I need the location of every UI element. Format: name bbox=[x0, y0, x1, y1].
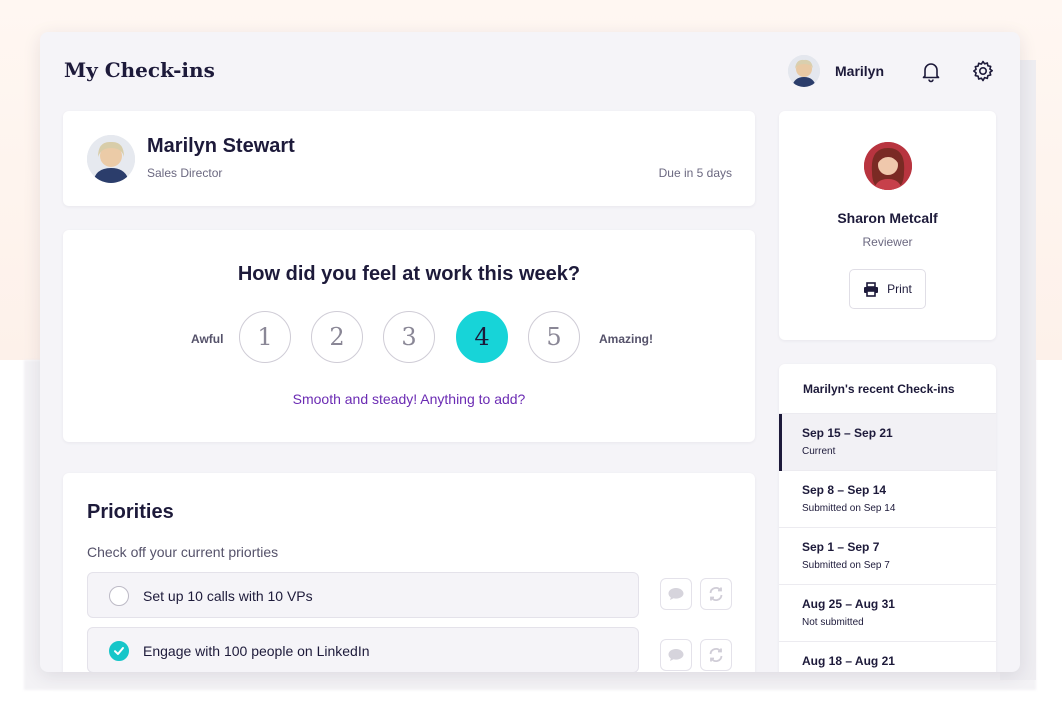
priority-item[interactable]: Engage with 100 people on LinkedIn bbox=[87, 627, 639, 672]
priorities-card: Priorities Check off your current priort… bbox=[63, 473, 755, 672]
scale-low-label: Awful bbox=[191, 332, 224, 346]
comment-button[interactable] bbox=[660, 639, 692, 671]
recent-checkins-title: Marilyn's recent Check-ins bbox=[779, 364, 996, 414]
carry-over-button[interactable] bbox=[700, 639, 732, 671]
recent-checkins-card: Marilyn's recent Check-ins Sep 15 – Sep … bbox=[779, 364, 996, 672]
checkin-item[interactable]: Aug 25 – Aug 31 Not submitted bbox=[779, 585, 996, 642]
priority-text: Set up 10 calls with 10 VPs bbox=[143, 588, 313, 604]
comment-icon bbox=[668, 649, 684, 661]
priorities-title: Priorities bbox=[87, 501, 174, 523]
refresh-icon bbox=[709, 648, 723, 662]
gear-icon[interactable] bbox=[970, 58, 996, 84]
reviewer-role: Reviewer bbox=[862, 235, 913, 249]
checkin-status: Submitted on Sep 7 bbox=[802, 560, 890, 571]
priorities-subtitle: Check off your current priorties bbox=[87, 544, 279, 560]
user-avatar-image bbox=[788, 55, 820, 87]
checkin-status: Not submitted bbox=[802, 617, 864, 628]
bell-icon[interactable] bbox=[918, 58, 944, 84]
reviewer-name: Sharon Metcalf bbox=[837, 210, 938, 226]
priority-item[interactable]: Set up 10 calls with 10 VPs bbox=[87, 572, 639, 618]
checkin-status: Current bbox=[802, 446, 836, 457]
checkin-item[interactable]: Aug 18 – Aug 21 bbox=[779, 642, 996, 672]
rating-option-1[interactable]: 1 bbox=[239, 311, 291, 363]
checkin-range: Aug 18 – Aug 21 bbox=[802, 654, 895, 668]
rating-option-2[interactable]: 2 bbox=[311, 311, 363, 363]
profile-role: Sales Director bbox=[147, 166, 223, 180]
profile-name: Marilyn Stewart bbox=[147, 135, 295, 157]
reviewer-avatar bbox=[864, 142, 912, 190]
print-label: Print bbox=[887, 282, 912, 296]
top-bar: My Check-ins Marilyn bbox=[40, 32, 1020, 110]
reviewer-card: Sharon Metcalf Reviewer Print bbox=[779, 111, 996, 340]
due-date-label: Due in 5 days bbox=[658, 166, 732, 180]
check-icon bbox=[114, 647, 124, 655]
user-name[interactable]: Marilyn bbox=[835, 63, 884, 79]
mood-scale: Awful 1 2 3 4 5 Amazing! bbox=[63, 310, 755, 364]
checkin-range: Sep 1 – Sep 7 bbox=[802, 540, 880, 554]
carry-over-button[interactable] bbox=[700, 578, 732, 610]
user-avatar[interactable] bbox=[788, 55, 820, 87]
priority-text: Engage with 100 people on LinkedIn bbox=[143, 643, 370, 659]
app-window: My Check-ins Marilyn Marilyn Stewart Sal… bbox=[40, 32, 1020, 672]
comment-button[interactable] bbox=[660, 578, 692, 610]
priority-checkbox-checked[interactable] bbox=[109, 641, 129, 661]
checkin-range: Sep 15 – Sep 21 bbox=[802, 426, 893, 440]
profile-avatar bbox=[87, 135, 135, 183]
profile-card: Marilyn Stewart Sales Director Due in 5 … bbox=[63, 111, 755, 206]
checkin-item[interactable]: Sep 8 – Sep 14 Submitted on Sep 14 bbox=[779, 471, 996, 528]
refresh-icon bbox=[709, 587, 723, 601]
rating-option-4[interactable]: 4 bbox=[456, 311, 508, 363]
checkin-status: Submitted on Sep 14 bbox=[802, 503, 896, 514]
mood-question: How did you feel at work this week? bbox=[237, 263, 581, 285]
comment-icon bbox=[668, 588, 684, 600]
page-title: My Check-ins bbox=[64, 58, 215, 82]
rating-option-5[interactable]: 5 bbox=[528, 311, 580, 363]
scale-high-label: Amazing! bbox=[599, 332, 653, 346]
checkin-range: Sep 8 – Sep 14 bbox=[802, 483, 887, 497]
mood-feedback-link[interactable]: Smooth and steady! Anything to add? bbox=[63, 391, 755, 407]
rating-option-3[interactable]: 3 bbox=[383, 311, 435, 363]
checkin-item-current[interactable]: Sep 15 – Sep 21 Current bbox=[779, 414, 996, 471]
mood-card: How did you feel at work this week? Awfu… bbox=[63, 230, 755, 442]
checkin-range: Aug 25 – Aug 31 bbox=[802, 597, 895, 611]
printer-icon bbox=[864, 281, 879, 297]
checkin-item[interactable]: Sep 1 – Sep 7 Submitted on Sep 7 bbox=[779, 528, 996, 585]
priority-checkbox[interactable] bbox=[109, 586, 129, 606]
print-button[interactable]: Print bbox=[849, 269, 926, 309]
